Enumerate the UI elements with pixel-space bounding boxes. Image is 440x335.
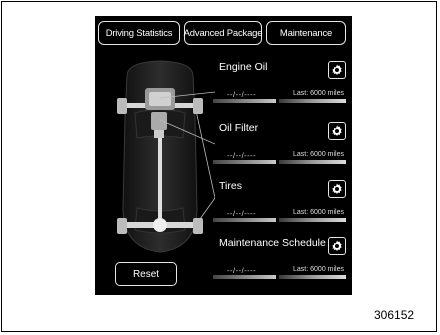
gear-icon — [332, 64, 342, 75]
reset-button[interactable]: Reset — [115, 262, 177, 286]
last-service-date: --/--/---- — [227, 209, 257, 218]
maintenance-item-engine-oil: Engine Oil --/--/---- Last: 6000 miles — [213, 61, 348, 113]
last-service-date: --/--/---- — [227, 266, 257, 275]
last-service-mileage: Last: 6000 miles — [293, 151, 344, 158]
maintenance-screen: Driving Statistics Advanced Package Main… — [95, 16, 352, 295]
figure-frame: Driving Statistics Advanced Package Main… — [1, 1, 437, 332]
maintenance-item-maintenance-schedule: Maintenance Schedule --/--/---- Last: 60… — [213, 237, 348, 289]
engine-oil-settings-button[interactable] — [328, 61, 346, 79]
gear-icon — [332, 240, 342, 251]
tab-advanced-package[interactable]: Advanced Package — [184, 21, 263, 45]
gear-icon — [332, 125, 342, 136]
progress-bar-right — [279, 218, 346, 222]
maintenance-schedule-settings-button[interactable] — [328, 237, 346, 255]
progress-bar-left — [213, 160, 276, 164]
progress-bar-right — [279, 99, 346, 103]
maintenance-item-oil-filter: Oil Filter --/--/---- Last: 6000 miles — [213, 122, 348, 174]
tab-driving-statistics[interactable]: Driving Statistics — [98, 21, 180, 45]
last-service-date: --/--/---- — [227, 90, 257, 99]
last-service-mileage: Last: 6000 miles — [293, 266, 344, 273]
last-service-date: --/--/---- — [227, 151, 257, 160]
gear-icon — [332, 183, 342, 194]
item-label: Maintenance Schedule — [219, 237, 326, 249]
progress-bar-right — [279, 275, 346, 279]
oil-filter-settings-button[interactable] — [328, 122, 346, 140]
item-label: Engine Oil — [219, 61, 268, 73]
progress-bar-left — [213, 99, 276, 103]
progress-bar-left — [213, 275, 276, 279]
last-service-mileage: Last: 6000 miles — [293, 209, 344, 216]
item-label: Tires — [219, 180, 242, 192]
figure-number: 306152 — [374, 308, 415, 322]
tab-maintenance[interactable]: Maintenance — [266, 21, 346, 45]
car-illustration — [117, 60, 215, 253]
item-label: Oil Filter — [219, 122, 259, 134]
progress-bar-left — [213, 218, 276, 222]
maintenance-item-tires: Tires --/--/---- Last: 6000 miles — [213, 180, 348, 232]
progress-bar-right — [279, 160, 346, 164]
tires-settings-button[interactable] — [328, 180, 346, 198]
last-service-mileage: Last: 6000 miles — [293, 90, 344, 97]
